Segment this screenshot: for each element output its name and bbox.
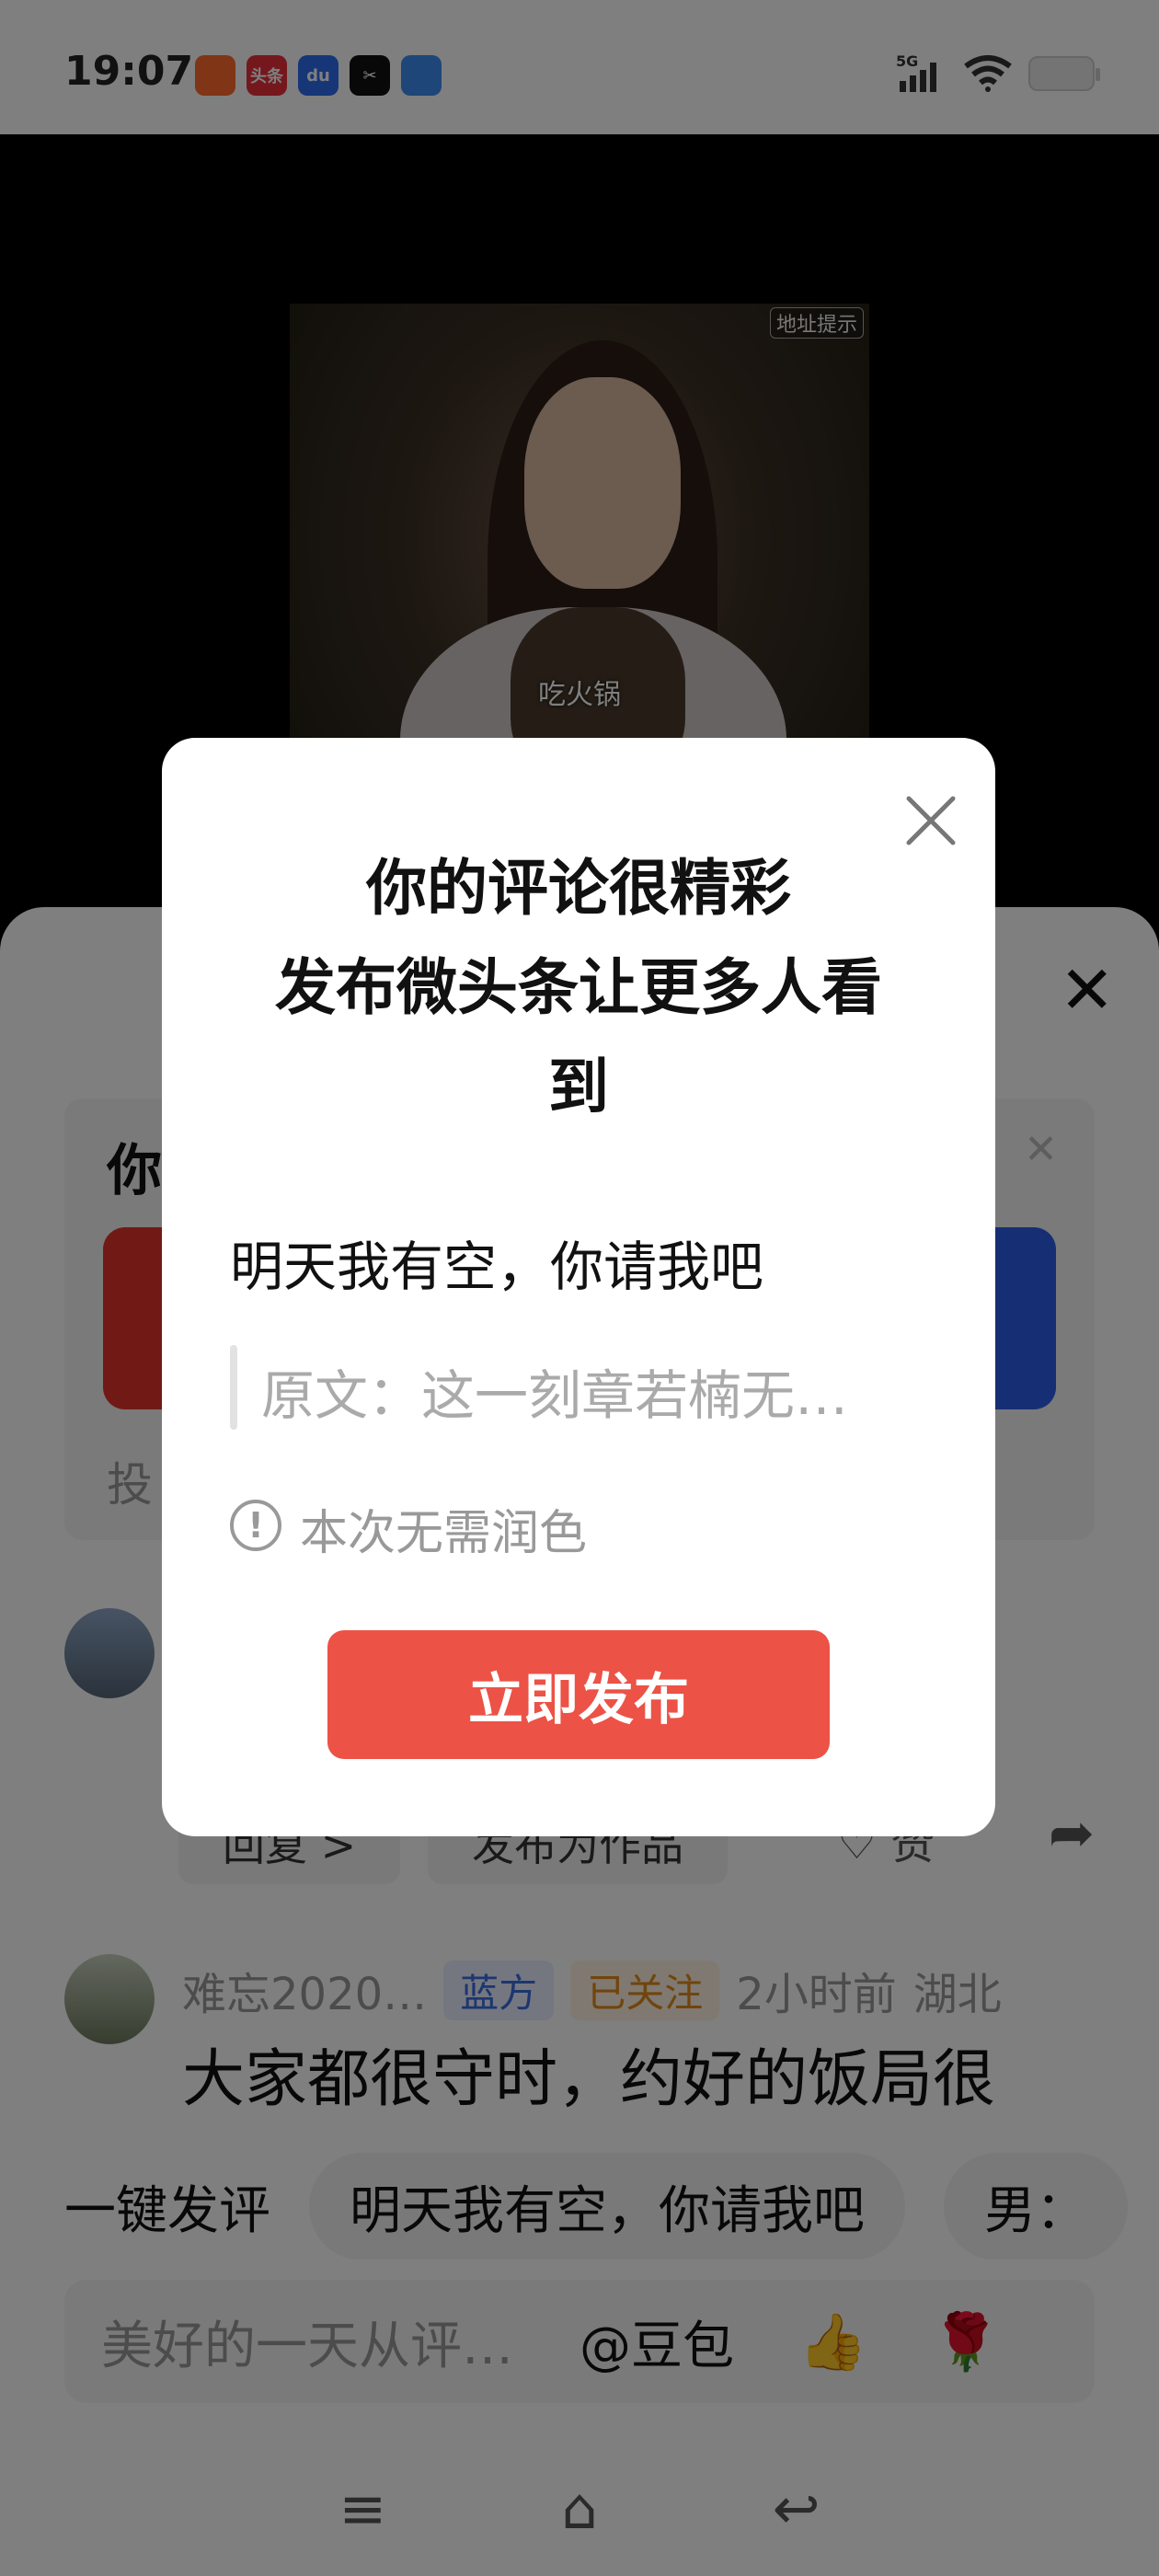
dialog-comment-text: 明天我有空，你请我吧 <box>230 1236 764 1298</box>
dialog-original-text: 原文：这一刻章若楠无… <box>261 1364 849 1427</box>
dialog-title: 到 <box>548 1052 609 1122</box>
polish-hint: 本次无需润色 <box>300 1506 588 1561</box>
publish-now-button[interactable]: 立即发布 <box>327 1630 830 1759</box>
dialog-title: 发布微头条让更多人看 <box>275 952 882 1023</box>
dialog-title: 你的评论很精彩 <box>366 853 791 924</box>
info-icon: ! <box>230 1500 281 1551</box>
quote-bar <box>230 1345 237 1430</box>
publish-dialog: 你的评论很精彩 发布微头条让更多人看 到 明天我有空，你请我吧 原文：这一刻章若… <box>162 738 995 1836</box>
